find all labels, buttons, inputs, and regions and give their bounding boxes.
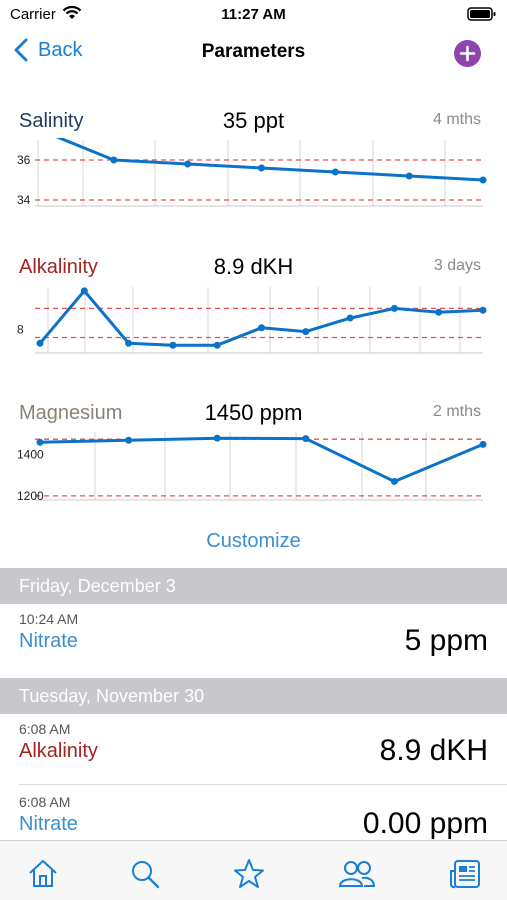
data-point (110, 156, 118, 164)
battery-icon (467, 6, 497, 27)
series-line (55, 138, 484, 182)
parameter-chart-magnesium: 1400 1200 (17, 432, 487, 502)
plus-icon (459, 45, 476, 62)
data-point (80, 287, 88, 295)
parameter-value: 35 ppt (222, 108, 285, 133)
add-button[interactable] (454, 40, 481, 67)
series-line (39, 436, 484, 483)
clock: 11:27 AM (221, 6, 286, 23)
tab-favorites[interactable] (232, 857, 266, 891)
entry-parameter: Alkalinity (19, 740, 98, 762)
data-point (346, 314, 354, 322)
home-icon (29, 860, 57, 887)
entry-parameter: Nitrate (19, 630, 78, 652)
data-point (213, 434, 221, 442)
entry-parameter: Nitrate (19, 813, 78, 835)
section-header-date: Tuesday, November 30 (0, 678, 507, 714)
y-tick-label: 1400 (17, 448, 44, 462)
data-point (125, 339, 133, 347)
data-point (405, 172, 413, 180)
entry-value: 8.9 dKH (379, 734, 488, 767)
data-point (390, 304, 398, 312)
search-icon (132, 861, 160, 889)
log-entry[interactable]: 10:24 AM Nitrate 5 ppm (0, 608, 507, 678)
data-point (302, 435, 310, 443)
status-bar: Carrier 11:27 AM (0, 0, 507, 30)
data-point (331, 168, 339, 176)
data-point (479, 176, 487, 184)
news-icon (450, 860, 480, 889)
tab-search[interactable] (128, 857, 162, 891)
parameter-period: 3 days (433, 257, 481, 274)
data-point (302, 328, 310, 336)
tab-home[interactable] (26, 857, 60, 891)
log-entry[interactable]: 6:08 AM Alkalinity 8.9 dKH (0, 718, 507, 788)
parameter-value: 8.9 dKH (213, 254, 294, 279)
data-point (479, 306, 487, 314)
data-point (36, 438, 44, 446)
data-point (213, 341, 221, 349)
data-point (184, 160, 192, 168)
entry-time: 10:24 AM (19, 611, 79, 627)
star-icon (234, 859, 264, 888)
community-icon (338, 861, 376, 887)
tab-bar (0, 840, 507, 900)
data-point (36, 339, 44, 347)
data-point (479, 440, 487, 448)
tab-news[interactable] (448, 857, 482, 891)
entry-time: 6:08 AM (19, 721, 71, 737)
row-divider (19, 784, 507, 785)
nav-bar: Back Parameters (0, 30, 507, 76)
data-point (435, 308, 443, 316)
tab-community[interactable] (338, 857, 376, 891)
data-point (258, 324, 265, 332)
parameter-period: 4 mths (432, 111, 481, 128)
entry-time: 6:08 AM (19, 794, 71, 810)
data-point (390, 477, 398, 485)
data-point (258, 164, 265, 172)
parameter-value: 1450 ppm (204, 400, 303, 425)
section-header-date: Friday, December 3 (0, 568, 507, 604)
data-point (169, 341, 177, 349)
parameter-period: 2 mths (432, 403, 481, 420)
y-tick-label: 36 (17, 153, 31, 167)
page-title: Parameters (201, 41, 306, 62)
parameter-chart-salinity: 36 34 (17, 138, 487, 207)
parameter-chart-alkalinity: 8 (17, 287, 487, 354)
y-tick-label: 34 (17, 193, 31, 207)
entry-value: 0.00 ppm (362, 807, 488, 840)
y-tick-label: 1200 (17, 489, 44, 502)
y-tick-label: 8 (17, 323, 24, 337)
data-point (125, 436, 133, 444)
entry-value: 5 ppm (404, 624, 488, 657)
customize-button[interactable]: Customize (0, 530, 507, 553)
